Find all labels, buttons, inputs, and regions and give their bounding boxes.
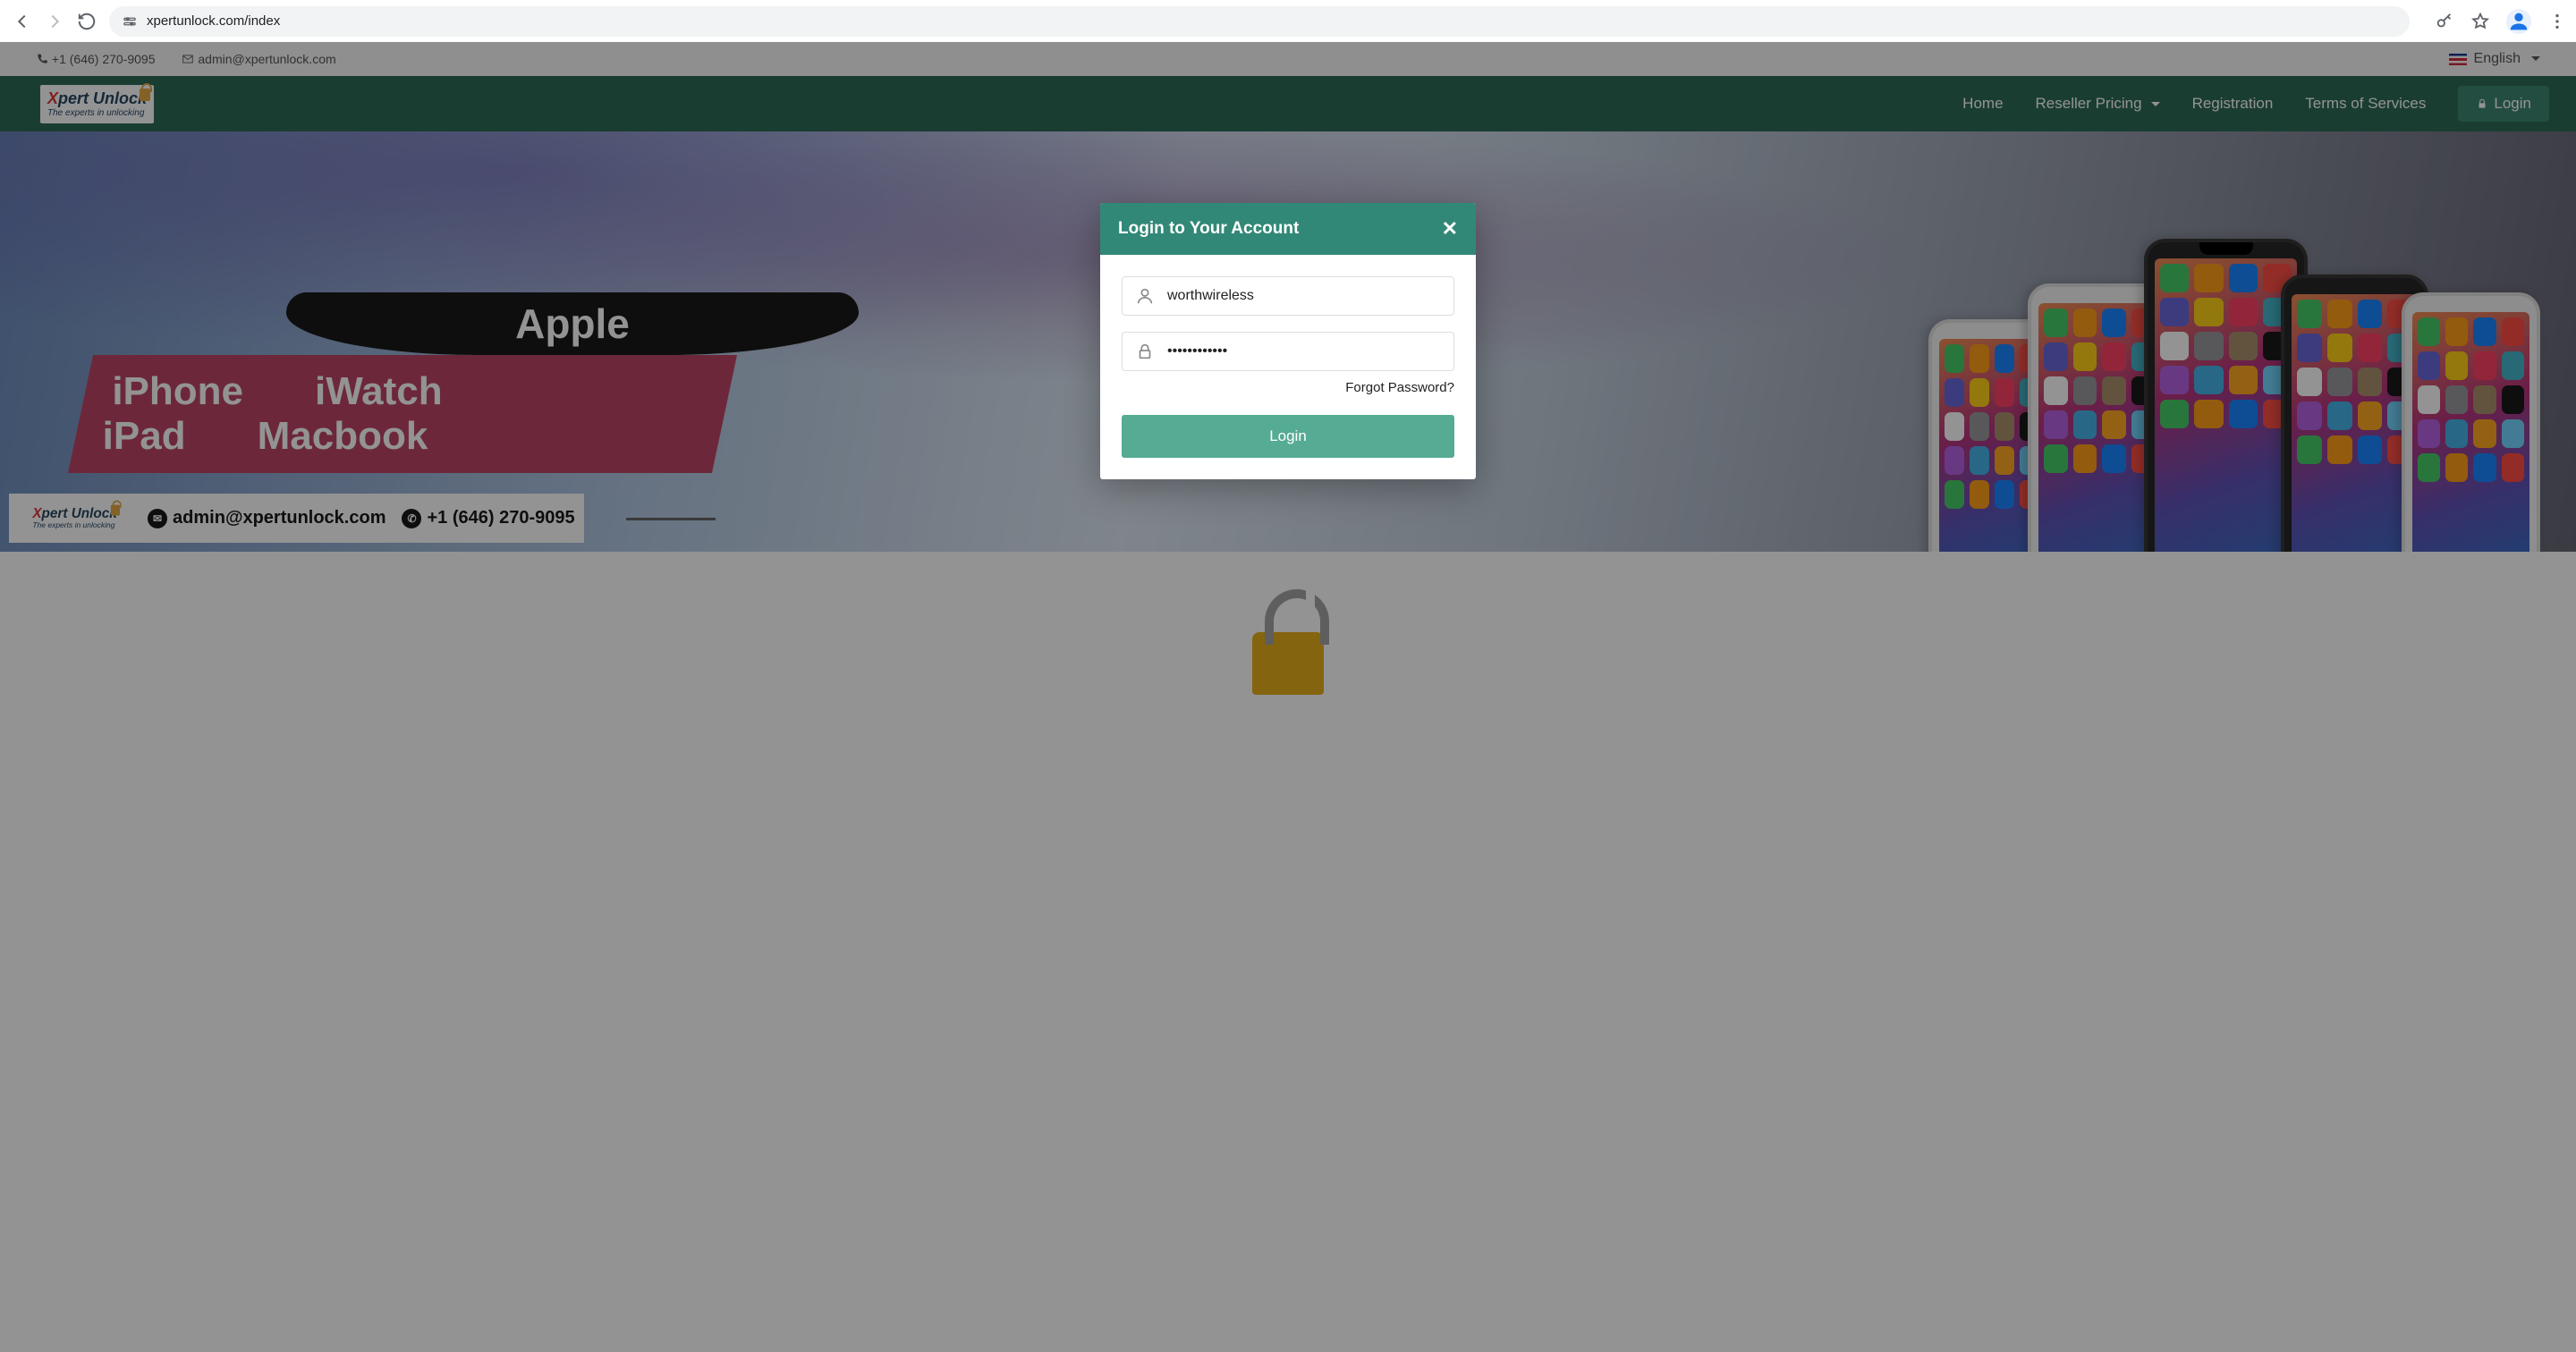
password-input[interactable] — [1167, 343, 1441, 359]
forward-icon[interactable] — [45, 12, 64, 31]
modal-backdrop[interactable]: Login to Your Account ✕ Forgot Password?… — [0, 42, 2576, 1352]
modal-title: Login to Your Account — [1118, 219, 1299, 239]
reload-icon[interactable] — [77, 12, 97, 31]
browser-toolbar: xpertunlock.com/index — [0, 0, 2576, 42]
url-text: xpertunlock.com/index — [147, 13, 280, 29]
username-input[interactable] — [1167, 288, 1441, 304]
user-icon — [1135, 286, 1155, 306]
site-settings-icon[interactable] — [122, 13, 138, 30]
forgot-password-link[interactable]: Forgot Password? — [1122, 380, 1454, 395]
bookmark-star-icon[interactable] — [2470, 12, 2490, 31]
password-key-icon[interactable] — [2435, 12, 2454, 31]
back-icon[interactable] — [13, 12, 32, 31]
password-field[interactable] — [1122, 332, 1454, 371]
lock-icon — [1135, 342, 1155, 361]
address-bar[interactable]: xpertunlock.com/index — [109, 6, 2410, 37]
login-submit-button[interactable]: Login — [1122, 415, 1454, 458]
username-field[interactable] — [1122, 276, 1454, 316]
kebab-menu-icon[interactable] — [2547, 12, 2567, 31]
close-icon[interactable]: ✕ — [1442, 219, 1458, 239]
modal-header: Login to Your Account ✕ — [1100, 203, 1476, 255]
profile-avatar[interactable] — [2506, 9, 2531, 34]
login-modal: Login to Your Account ✕ Forgot Password?… — [1100, 203, 1476, 479]
